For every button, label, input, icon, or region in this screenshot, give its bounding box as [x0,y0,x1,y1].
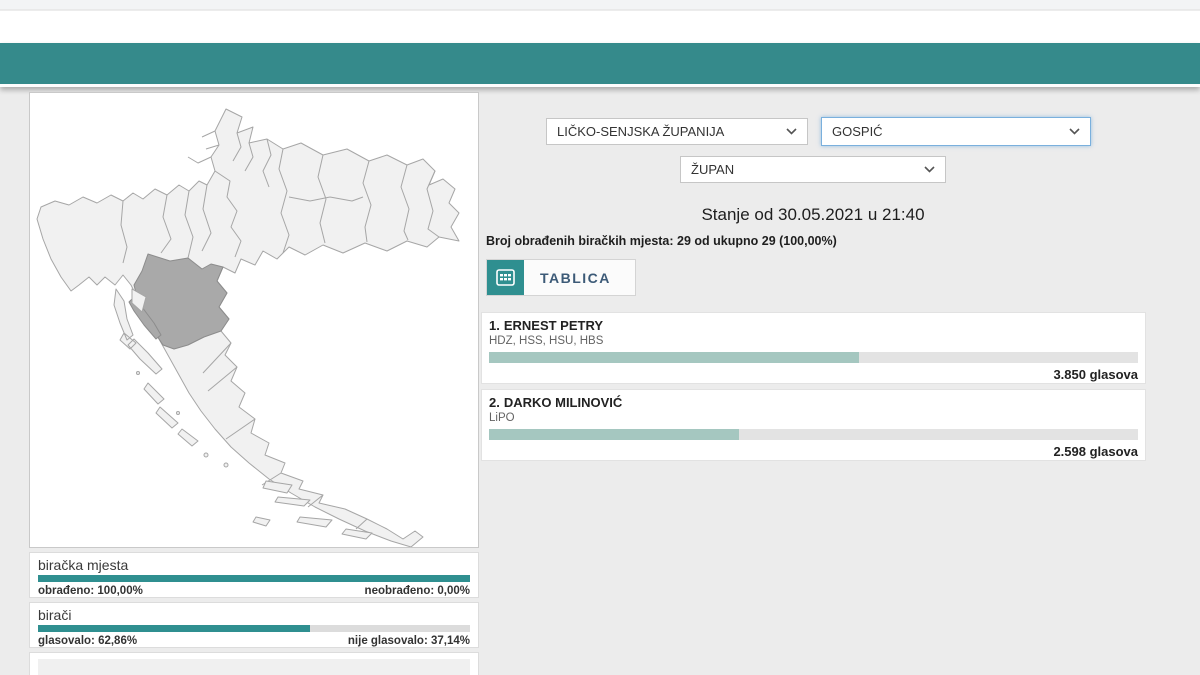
candidate-result-card: 1. ERNEST PETRY HDZ, HSS, HSU, HBS 3.850 … [481,312,1146,384]
next-section-placeholder [38,659,470,675]
polling-stations-title: biračka mjesta [38,557,470,573]
candidate-name: ERNEST PETRY [504,318,603,333]
voters-bar [38,625,470,632]
candidate-vote-bar-fill [489,352,859,363]
contest-select[interactable]: ŽUPAN [680,156,946,183]
city-select-value: GOSPIĆ [832,124,883,139]
candidate-name: DARKO MILINOVIĆ [504,395,622,410]
table-button-label: TABLICA [540,270,611,286]
table-icon [487,260,524,295]
voters-stat-box: birači glasovalo: 62,86% nije glasovalo:… [29,602,479,648]
status-heading: Stanje od 30.05.2021 u 21:40 [480,205,1146,225]
polling-stations-bar [38,575,470,582]
candidate-vote-bar [489,429,1138,440]
contest-select-value: ŽUPAN [691,162,734,177]
chevron-down-icon [786,128,797,135]
candidate-vote-bar [489,352,1138,363]
top-accent-bar [0,43,1200,87]
election-results-page: biračka mjesta obrađeno: 100,00% neobrađ… [0,0,1200,675]
unprocessed-percent-label: neobrađeno: 0,00% [365,585,470,597]
candidate-result-card: 2. DARKO MILINOVIĆ LiPO 2.598 glasova [481,389,1146,461]
croatia-counties-map[interactable] [30,93,478,547]
chevron-down-icon [924,166,935,173]
islet-dot [137,372,140,375]
islet-dot [224,463,228,467]
candidate-parties: LiPO [489,412,1138,425]
table-view-button[interactable]: TABLICA [486,259,636,296]
city-select[interactable]: GOSPIĆ [821,117,1091,146]
voted-percent-label: glasovalo: 62,86% [38,635,137,647]
voters-bar-fill [38,625,310,632]
candidate-votes-label: 2.598 glasova [489,444,1138,459]
candidate-votes-label: 3.850 glasova [489,367,1138,382]
candidate-vote-bar-fill [489,429,739,440]
not-voted-percent-label: nije glasovalo: 37,14% [348,635,470,647]
candidate-rank: 2. [489,395,500,410]
county-select-value: LIČKO-SENJSKA ŽUPANIJA [557,124,724,139]
county-select[interactable]: LIČKO-SENJSKA ŽUPANIJA [546,118,808,145]
next-section-box [29,652,479,675]
processed-stations-text: Broj obrađenih biračkih mjesta: 29 od uk… [486,234,837,248]
candidate-rank: 1. [489,318,500,333]
processed-percent-label: obrađeno: 100,00% [38,585,143,597]
voters-title: birači [38,607,470,623]
header-white-band [0,11,1200,43]
polling-stations-stat-box: biračka mjesta obrađeno: 100,00% neobrađ… [29,552,479,598]
map-panel [29,92,479,548]
browser-top-strip [0,0,1200,10]
polling-stations-bar-fill [38,575,470,582]
islet-dot [177,412,180,415]
croatia-mainland-shape [37,109,459,547]
chevron-down-icon [1069,128,1080,135]
candidate-parties: HDZ, HSS, HSU, HBS [489,335,1138,348]
islet-dot [204,453,208,457]
